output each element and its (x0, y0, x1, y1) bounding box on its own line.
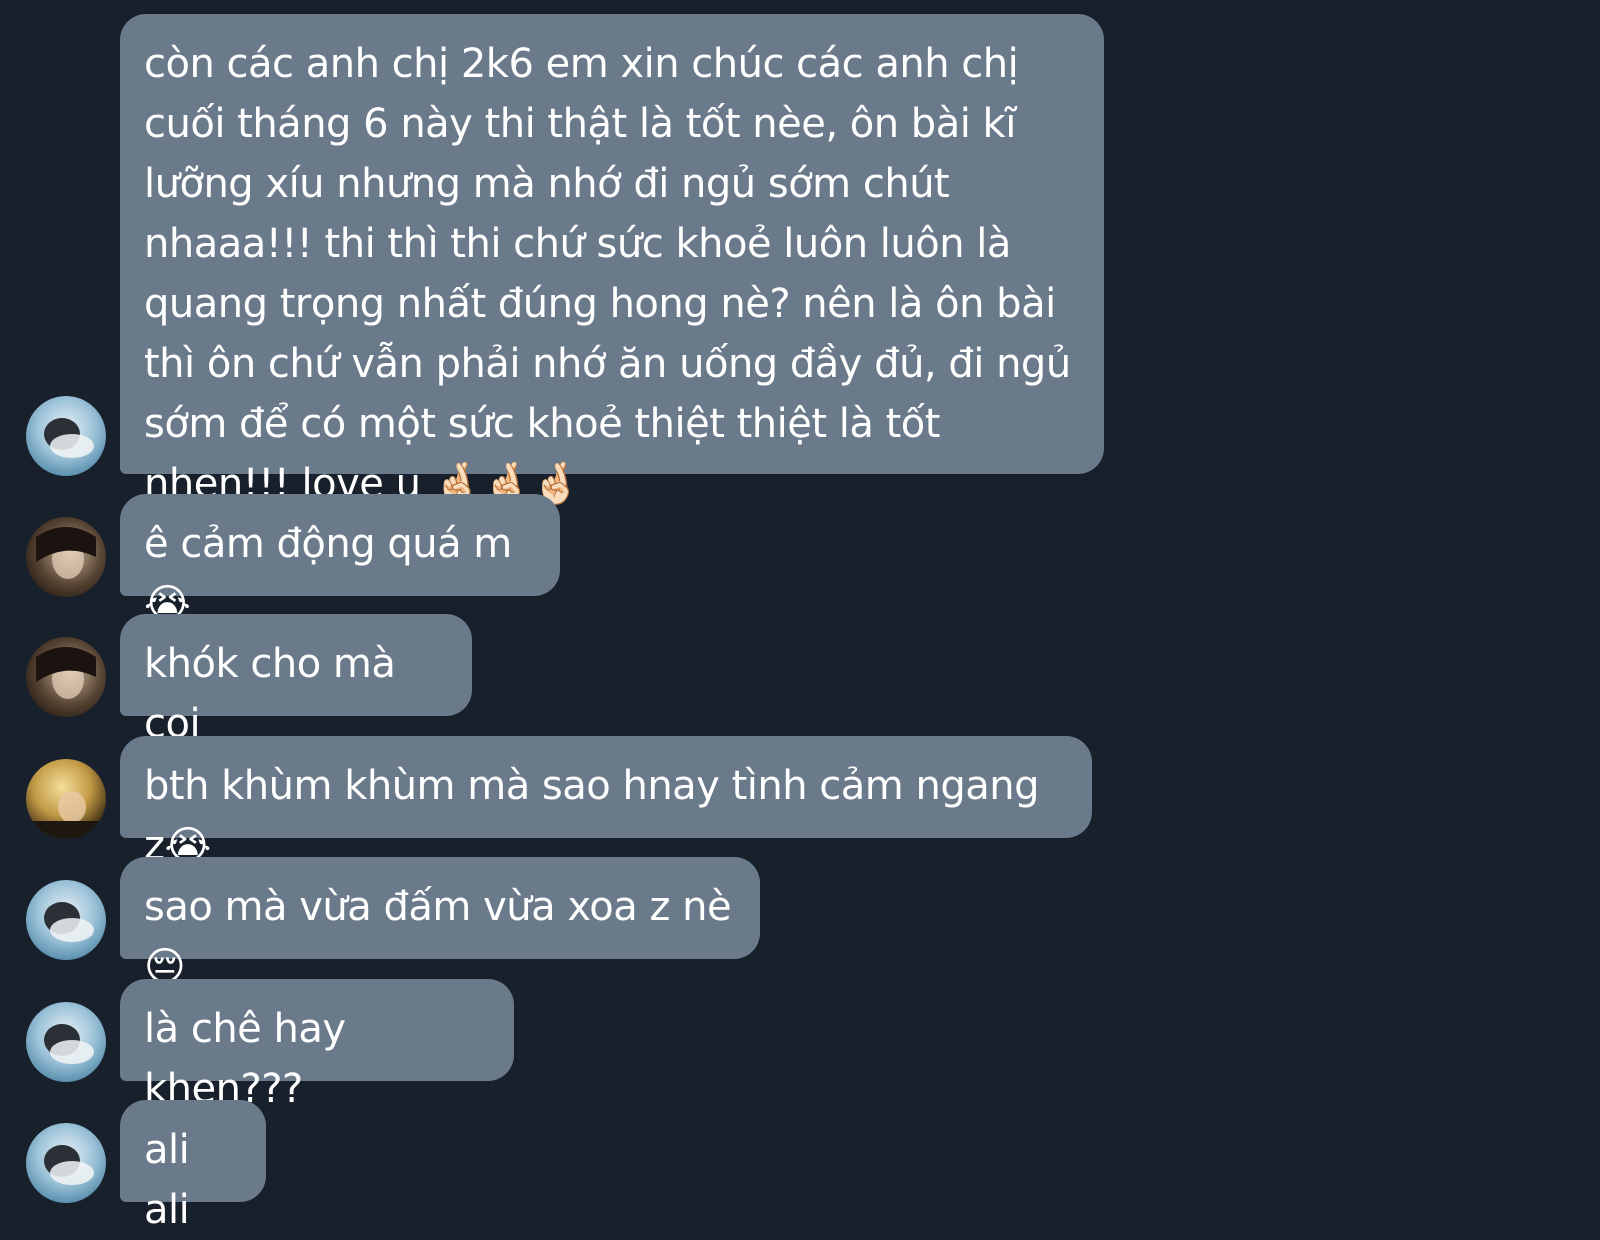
message-bubble[interactable]: ali ali (120, 1100, 266, 1233)
avatar[interactable] (26, 396, 106, 476)
message-text: sao mà vừa đấm vừa xoa z nè😔 (144, 884, 732, 990)
message-text: là chê hay khen??? (144, 1006, 346, 1112)
message-bubble[interactable]: bth khùm khùm mà sao hnay tình cảm ngang… (120, 736, 1092, 869)
message-text: khók cho mà coi (144, 641, 396, 747)
avatar[interactable] (26, 517, 106, 597)
avatar[interactable] (26, 880, 106, 960)
message-text: ê cảm động quá m😭 (144, 521, 512, 627)
avatar[interactable] (26, 759, 106, 839)
avatar[interactable] (26, 637, 106, 717)
message-bubble[interactable]: ê cảm động quá m😭 (120, 494, 560, 627)
message-bubble[interactable]: còn các anh chị 2k6 em xin chúc các anh … (120, 14, 1104, 507)
avatar[interactable] (26, 1123, 106, 1203)
message-text: còn các anh chị 2k6 em xin chúc các anh … (144, 41, 1071, 507)
message-bubble[interactable]: là chê hay khen??? (120, 979, 514, 1112)
avatar[interactable] (26, 1002, 106, 1082)
message-text: bth khùm khùm mà sao hnay tình cảm ngang… (144, 763, 1039, 869)
message-text: ali ali (144, 1127, 190, 1233)
chat-thread: còn các anh chị 2k6 em xin chúc các anh … (0, 0, 1600, 1239)
message-bubble[interactable]: sao mà vừa đấm vừa xoa z nè😔 (120, 857, 760, 990)
message-bubble[interactable]: khók cho mà coi (120, 614, 472, 747)
